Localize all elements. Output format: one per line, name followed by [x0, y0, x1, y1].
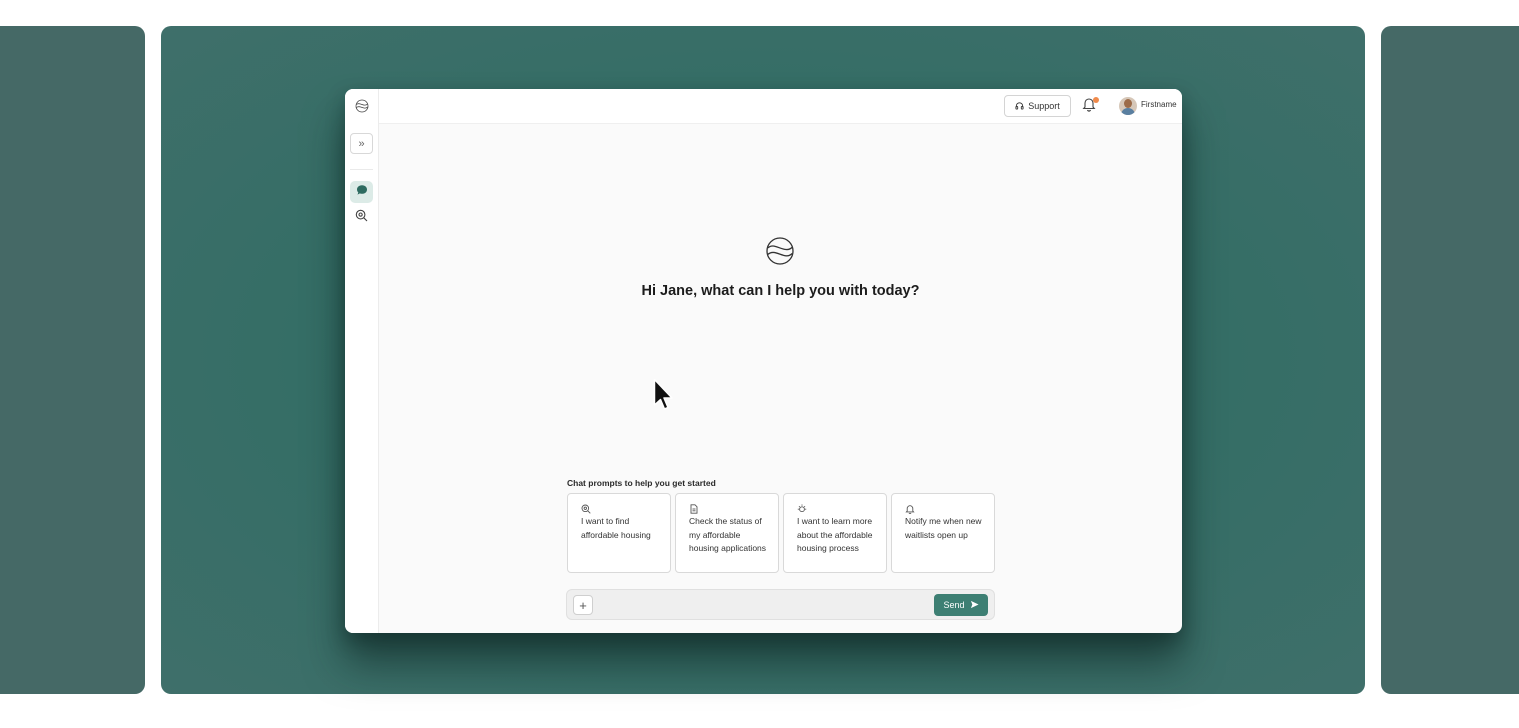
double-chevron-right-icon: »: [358, 137, 365, 150]
avatar-head: [1124, 99, 1132, 108]
mouse-pointer-icon: [653, 378, 675, 418]
background-panel-left: [0, 26, 145, 694]
notification-dot: [1093, 97, 1099, 103]
sidebar-item-chat[interactable]: [350, 181, 373, 203]
prompts-title: Chat prompts to help you get started: [567, 478, 716, 488]
expand-sidebar-button[interactable]: »: [350, 133, 373, 154]
prompt-text: I want to find affordable housing: [581, 516, 651, 540]
prompt-card-notify-waitlists[interactable]: Notify me when new waitlists open up: [891, 493, 995, 573]
support-button[interactable]: Support: [1004, 95, 1071, 117]
send-label: Send: [943, 600, 965, 610]
sidebar-item-search[interactable]: [350, 207, 373, 229]
prompt-card-learn-process[interactable]: I want to learn more about the affordabl…: [783, 493, 887, 573]
app-window: » Support Firstname Hi Jane, what can I …: [345, 89, 1182, 633]
chat-bubble-icon: [356, 183, 368, 201]
attach-button[interactable]: +: [573, 595, 593, 615]
notifications-button[interactable]: [1082, 96, 1100, 116]
lightbulb-icon: [797, 501, 807, 513]
logo-icon: [354, 98, 370, 114]
send-button[interactable]: Send: [934, 594, 988, 616]
message-input[interactable]: [599, 595, 929, 615]
stage: » Support Firstname Hi Jane, what can I …: [0, 0, 1519, 728]
prompt-text: I want to learn more about the affordabl…: [797, 516, 873, 553]
support-label: Support: [1028, 101, 1060, 111]
message-composer: + Send: [566, 589, 995, 620]
prompt-card-find-housing[interactable]: I want to find affordable housing: [567, 493, 671, 573]
greeting-heading: Hi Jane, what can I help you with today?: [641, 283, 920, 299]
prompt-card-check-status[interactable]: Check the status of my affordable housin…: [675, 493, 779, 573]
search-icon: [355, 209, 368, 227]
prompt-text: Notify me when new waitlists open up: [905, 516, 982, 540]
user-name[interactable]: Firstname: [1141, 100, 1177, 109]
assistant-logo-icon: [764, 235, 796, 267]
plus-icon: +: [579, 597, 587, 613]
document-icon: [689, 501, 699, 514]
sidebar: »: [345, 89, 379, 633]
avatar-body: [1121, 108, 1135, 115]
avatar[interactable]: [1119, 97, 1137, 115]
top-bar: Support Firstname: [379, 89, 1182, 124]
prompt-text: Check the status of my affordable housin…: [689, 516, 767, 553]
send-arrow-icon: [970, 600, 979, 611]
sidebar-divider: [350, 169, 373, 170]
search-icon: [581, 501, 591, 514]
background-panel-right: [1381, 26, 1519, 694]
bell-icon: [905, 501, 915, 514]
headphones-icon: [1015, 101, 1024, 112]
